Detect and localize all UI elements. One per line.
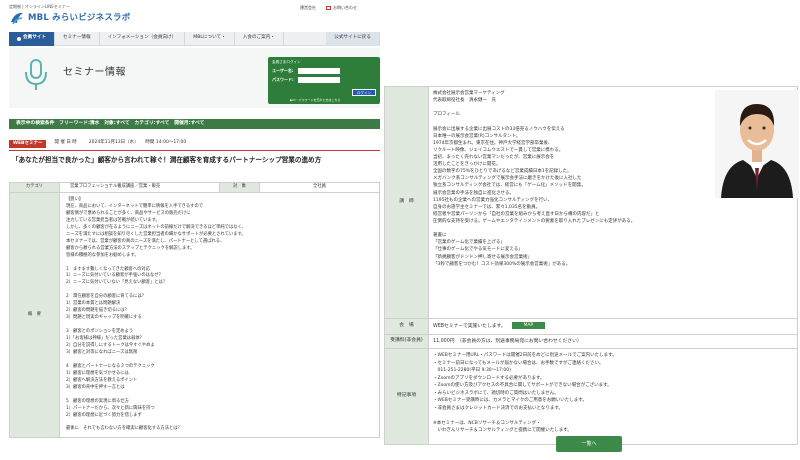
info-table: カテゴリ 営業プロフェッショナル養成講座／営業・販売 対 象 全社員 概 要 【…: [9, 182, 380, 439]
divider: [9, 150, 380, 151]
venue-cell: WEBセミナーで実施いたします。 MAP: [428, 318, 798, 335]
password-label: パスワード:: [272, 77, 294, 83]
category-label: カテゴリ: [9, 182, 60, 193]
fee-label: 受講料(非会員): [384, 333, 429, 350]
lecturer-label: 講 師: [384, 86, 429, 319]
microphone-icon: [21, 58, 51, 92]
left-page: 定期制 | オンラインLINEセミナー MBL みらいビジネスラボ 運営会社 お…: [0, 0, 380, 460]
title-banner: セミナー情報 会員さまログイン ユーザー名: パスワード: ログイン ▶ID・パ…: [9, 48, 380, 108]
utility-links: 運営会社 お問い合わせ: [300, 5, 357, 11]
category-value: 営業プロフェッショナル養成講座／営業・販売: [59, 182, 220, 193]
nav-label: 公式サイトに戻る: [334, 35, 371, 41]
table-row: 概 要 【狙い】 現在、商品において、インターネットで簡単に情報を入手できるすの…: [9, 191, 380, 439]
date-row: WEBセミナー 開 催 日 時 2024年11月13日（水） 時間 14:00～…: [9, 139, 380, 148]
back-to-list-button[interactable]: 一覧へ: [556, 436, 622, 452]
target-label: 対 象: [219, 182, 260, 193]
right-page: 講 師 株式会社展示会営業マーケティング 代表取締役社長 清永健一 氏 プロフィ…: [382, 0, 800, 460]
nav-label: MBLについて・: [193, 35, 226, 41]
table-row: 会 場 WEBセミナーで実施いたします。 MAP: [384, 318, 798, 335]
notes-label: 特記事項: [384, 348, 429, 446]
password-input[interactable]: [298, 77, 340, 84]
search-conditions-bar: 表示中の検索条件 フリーワード:清水 対象:すべて カテゴリ:すべて 開催月:す…: [9, 119, 380, 129]
table-row: 受講料(非会員) 11,000円 （非会員の方は、別途事務局宛にお問い合わせくだ…: [384, 333, 798, 350]
nav-join[interactable]: 入会のご案内・: [235, 31, 284, 46]
logo-mark-icon: [9, 10, 25, 26]
seminar-title: 「あなたが担当で良かった」顧客から言われて稼ぐ！潤在顧客を育成するパートナーシッ…: [12, 156, 322, 164]
contact-link-label: お問い合わせ: [333, 5, 357, 10]
nav-about[interactable]: MBLについて・: [185, 31, 235, 46]
nav-label: セミナー情報: [62, 35, 91, 41]
venue-label: 会 場: [384, 318, 429, 335]
username-label: ユーザー名:: [272, 68, 294, 74]
venue-value: WEBセミナーで実施いたします。: [433, 324, 506, 329]
overview-text: 【狙い】 現在、商品において、インターネットで簡単に情報を入手できるすので 顧客…: [59, 191, 380, 439]
contact-link[interactable]: お問い合わせ: [326, 5, 357, 11]
web-seminar-tag: WEBセミナー: [9, 139, 47, 148]
username-input[interactable]: [298, 68, 340, 75]
lecturer-photo: [715, 90, 799, 198]
login-title: 会員さまログイン: [272, 60, 301, 64]
seminar-details-table: 講 師 株式会社展示会営業マーケティング 代表取締役社長 清永健一 氏 プロフィ…: [384, 86, 799, 446]
nav-member-site[interactable]: 会員サイト: [9, 31, 55, 46]
lecturer-cell: 株式会社展示会営業マーケティング 代表取締役社長 清永健一 氏 プロフィール 展…: [428, 86, 799, 319]
map-button[interactable]: MAP: [511, 322, 546, 329]
nav-label: 会員サイト: [23, 35, 46, 41]
username-row: ユーザー名:: [272, 68, 376, 75]
main-nav: 会員サイト セミナー情報 インフォメーション（会員向け） MBLについて・ 入会…: [9, 31, 380, 46]
header-top-line: 定期制 | オンラインLINEセミナー: [9, 4, 70, 9]
target-value: 全社員: [259, 182, 380, 193]
table-row: カテゴリ 営業プロフェッショナル養成講座／営業・販売 対 象 全社員: [9, 182, 380, 193]
site-logo[interactable]: MBL みらいビジネスラボ: [9, 10, 130, 26]
logo-text: MBL みらいビジネスラボ: [28, 12, 131, 23]
nav-information[interactable]: インフォメーション（会員向け）: [100, 31, 186, 46]
login-button[interactable]: ログイン: [352, 89, 376, 96]
nav-label: 入会のご案内・: [242, 35, 275, 41]
login-box: 会員さまログイン ユーザー名: パスワード: ログイン ▶ID・パスワードを忘れ…: [268, 57, 380, 104]
company-link-label: 運営会社: [300, 5, 316, 10]
table-row: 特記事項 ・WEBセミナー用URL・パスワードは開催2日前をめどに別途メールでご…: [384, 348, 798, 446]
forgot-password-link[interactable]: ▶ID・パスワードを忘れた方はこちら: [290, 98, 341, 102]
nav-seminar-info[interactable]: セミナー情報: [55, 31, 100, 46]
page-title: セミナー情報: [63, 67, 126, 78]
mail-icon: [326, 5, 331, 10]
password-row: パスワード:: [272, 77, 376, 84]
table-row: 講 師 株式会社展示会営業マーケティング 代表取締役社長 清永健一 氏 プロフィ…: [384, 86, 799, 319]
date-value: 2024年11月13日（水） 時間 14:00～17:00: [88, 140, 187, 146]
overview-label: 概 要: [9, 191, 60, 439]
fee-value: 11,000円 （非会員の方は、別途事務局宛にお問い合わせください）: [428, 333, 798, 350]
company-link[interactable]: 運営会社: [300, 5, 316, 11]
person-icon: [17, 36, 21, 41]
lecturer-profile: 株式会社展示会営業マーケティング 代表取締役社長 清永健一 氏 プロフィール 展…: [433, 91, 636, 267]
nav-label: インフォメーション（会員向け）: [107, 35, 177, 41]
notes-text: ・WEBセミナー用URL・パスワードは開催2日前をめどに別途メールでご案内いたし…: [428, 348, 798, 446]
nav-official-site[interactable]: 公式サイトに戻る: [326, 31, 380, 46]
date-label: 開 催 日 時: [54, 140, 77, 146]
